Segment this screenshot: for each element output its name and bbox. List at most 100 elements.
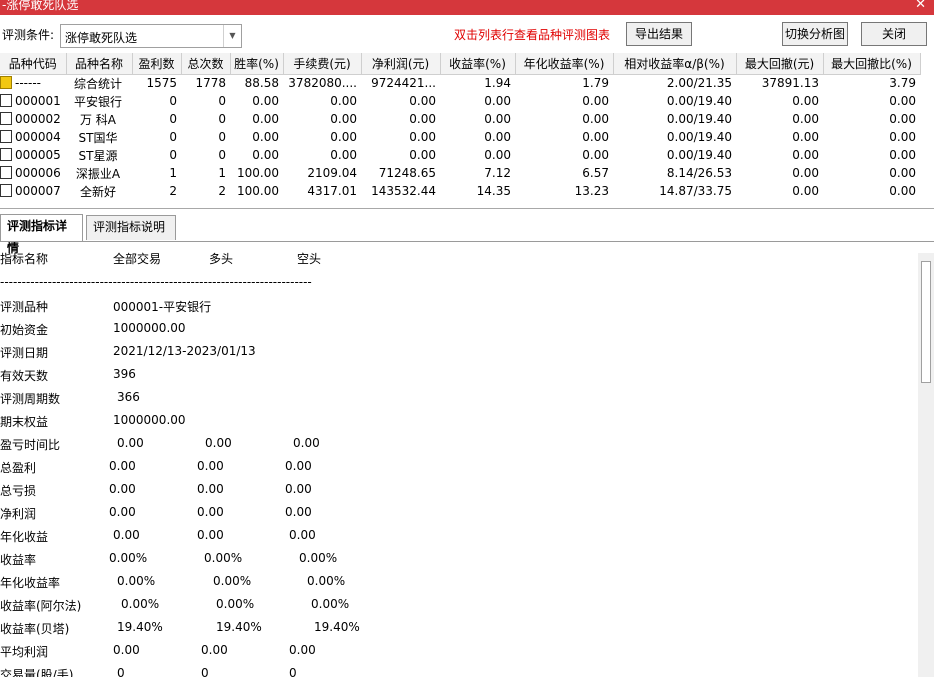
detail-name: 有效天数: [0, 369, 49, 383]
table-row[interactable]: 000002 万 科A 0 0 0.00 0.00 0.00 0.00 0.00 0.00/19.…: [0, 110, 920, 128]
detail-long: 0.00: [197, 505, 224, 519]
table-cell-win: 2: [169, 184, 177, 198]
close-icon[interactable]: ✕: [915, 0, 926, 11]
column-header[interactable]: 盈利数: [132, 53, 182, 75]
column-header[interactable]: 相对收益率α/β(%): [613, 53, 737, 75]
detail-all: 366: [117, 390, 140, 404]
detail-short: 0.00%: [299, 551, 338, 565]
detail-short: 0.00%: [311, 597, 350, 611]
table-cell-rate: 0.00: [252, 94, 279, 108]
detail-name: 交易量(股/手): [0, 668, 74, 677]
table-row[interactable]: 000001 平安银行 0 0 0.00 0.00 0.00 0.00 0.00 0.00/19.…: [0, 92, 920, 110]
document-icon: [0, 112, 12, 125]
column-header[interactable]: 总次数: [181, 53, 231, 75]
detail-short: 0.00: [289, 528, 316, 542]
detail-long: 0.00%: [216, 597, 255, 611]
detail-short: 0.00: [285, 459, 312, 473]
detail-all: 396: [113, 367, 136, 381]
detail-short: 0.00: [285, 482, 312, 496]
detail-all: 0.00%: [109, 551, 148, 565]
table-row[interactable]: 000004 ST国华 0 0 0.00 0.00 0.00 0.00 0.00 0.00/19.…: [0, 128, 920, 146]
detail-all: 0.00: [109, 482, 136, 496]
table-row[interactable]: 000007 全新好 2 2 100.00 4317.01 143532.44 14.35 13…: [0, 182, 920, 200]
detail-name: 总盈利: [0, 461, 37, 475]
detail-all: 0: [117, 666, 125, 677]
table-cell-win: 0: [169, 130, 177, 144]
detail-all: 000001-平安银行: [113, 300, 212, 314]
toolbar: 评测条件: 涨停敢死队选 ▼ 双击列表行查看品种评测图表 导出结果 切换分析图 …: [0, 15, 934, 53]
table-cell-total: 0: [218, 130, 226, 144]
detail-long: 0.00: [197, 459, 224, 473]
export-button[interactable]: 导出结果: [626, 22, 692, 46]
table-cell-fee: 0.00: [330, 112, 357, 126]
table-row[interactable]: ------ 综合统计 1575 1778 88.58 3782080.... 972442…: [0, 74, 920, 92]
table-cell-dd: 0.00: [792, 94, 819, 108]
condition-value: 涨停敢死队选: [65, 31, 138, 45]
detail-all: 19.40%: [117, 620, 163, 634]
table-cell-dd: 0.00: [792, 130, 819, 144]
table-cell-total: 0: [218, 148, 226, 162]
detail-row: 年化收益率 0.00% 0.00% 0.00%: [0, 574, 900, 592]
detail-name: 评测日期: [0, 346, 49, 360]
chevron-down-icon[interactable]: ▼: [223, 25, 241, 47]
table-cell-code: 000007: [0, 182, 66, 200]
detail-header-short: 空头: [297, 252, 322, 266]
condition-label: 评测条件:: [2, 28, 55, 42]
close-button[interactable]: 关闭: [861, 22, 927, 46]
column-header[interactable]: 最大回撤比(%): [823, 53, 921, 75]
column-header[interactable]: 净利润(元): [361, 53, 441, 75]
table-cell-code: 000004: [0, 128, 66, 146]
table-cell-rel: 0.00/19.40: [666, 130, 732, 144]
table-cell-annual: 0.00: [582, 130, 609, 144]
table-row[interactable]: 000006 深振业A 1 1 100.00 2109.04 71248.65 7.12 6.5…: [0, 164, 920, 182]
table-cell-dd: 0.00: [792, 166, 819, 180]
detail-row: 收益率(阿尔法) 0.00% 0.00% 0.00%: [0, 597, 900, 615]
detail-name: 初始资金: [0, 323, 49, 337]
table-cell-ret: 0.00: [484, 148, 511, 162]
column-header[interactable]: 品种名称: [66, 53, 133, 75]
detail-name: 评测周期数: [0, 392, 61, 406]
table-cell-rel: 0.00/19.40: [666, 112, 732, 126]
table-cell-fee: 0.00: [330, 130, 357, 144]
table-cell-profit: 0.00: [409, 112, 436, 126]
table-cell-ddr: 0.00: [889, 94, 916, 108]
code-text: 000001: [15, 94, 61, 108]
detail-row: 收益率 0.00% 0.00% 0.00%: [0, 551, 900, 569]
detail-long: 0.00: [197, 528, 224, 542]
column-header[interactable]: 收益率(%): [440, 53, 516, 75]
results-grid: 品种代码 品种名称 盈利数 总次数 胜率(%) 手续费(元) 净利润(元) 收益率(%) 年化收…: [0, 53, 934, 208]
table-cell-total: 1778: [195, 76, 226, 91]
column-header[interactable]: 手续费(元): [283, 53, 362, 75]
table-cell-win: 0: [169, 94, 177, 108]
column-header[interactable]: 品种代码: [0, 53, 67, 75]
table-cell-fee: 3782080....: [288, 76, 357, 91]
table-cell-ret: 14.35: [476, 184, 511, 198]
table-row[interactable]: 000005 ST星源 0 0 0.00 0.00 0.00 0.00 0.00 0.00/19.…: [0, 146, 920, 164]
detail-row: 收益率(贝塔) 19.40% 19.40% 19.40%: [0, 620, 900, 638]
detail-row: 评测品种 000001-平安银行: [0, 298, 900, 316]
detail-row: 有效天数 396: [0, 367, 900, 385]
switch-chart-button[interactable]: 切换分析图: [782, 22, 848, 46]
column-header[interactable]: 胜率(%): [230, 53, 284, 75]
detail-long: 19.40%: [216, 620, 262, 634]
table-cell-fee: 0.00: [330, 94, 357, 108]
code-text: 000005: [15, 148, 61, 162]
scrollbar-thumb[interactable]: [921, 261, 931, 383]
detail-name: 盈亏时间比: [0, 438, 61, 452]
tab-detail[interactable]: 评测指标详情: [0, 214, 83, 255]
table-cell-code: 000005: [0, 146, 66, 164]
detail-scrollbar[interactable]: [918, 253, 934, 677]
column-header[interactable]: 年化收益率(%): [515, 53, 614, 75]
table-cell-name: 综合统计: [73, 76, 122, 91]
table-cell-ddr: 0.00: [889, 130, 916, 144]
table-cell-total: 1: [218, 166, 226, 180]
detail-name: 净利润: [0, 507, 37, 521]
tab-explanation[interactable]: 评测指标说明: [86, 215, 176, 240]
condition-select[interactable]: 涨停敢死队选 ▼: [60, 24, 242, 48]
detail-row: 评测周期数 366: [0, 390, 900, 408]
detail-name: 评测品种: [0, 300, 49, 314]
table-cell-name: 平安银行: [73, 94, 122, 109]
column-header[interactable]: 最大回撤(元): [736, 53, 824, 75]
table-cell-rel: 0.00/19.40: [666, 148, 732, 162]
detail-row: 总盈利 0.00 0.00 0.00: [0, 459, 900, 477]
